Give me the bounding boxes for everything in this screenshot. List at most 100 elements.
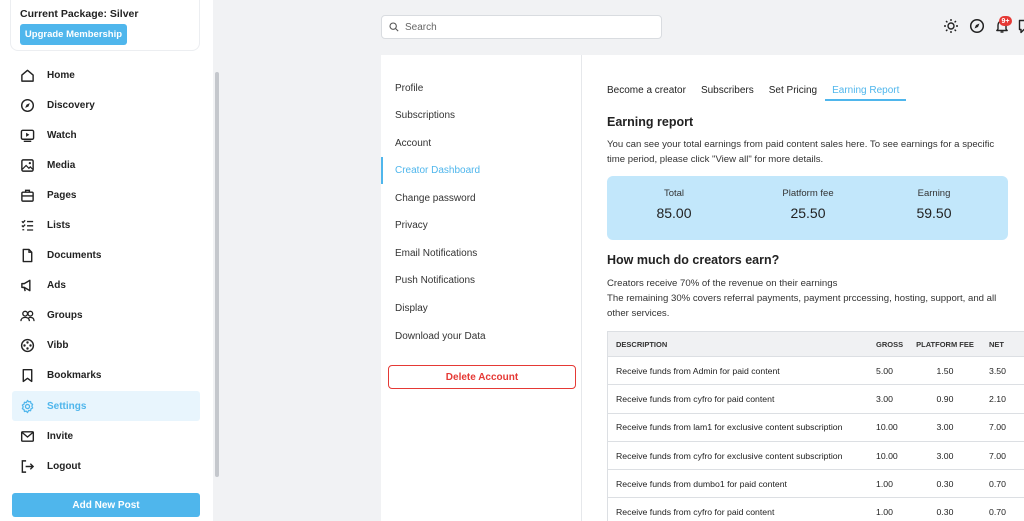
notification-badge: 9+ [999, 16, 1012, 26]
briefcase-icon [21, 189, 34, 202]
sidebar-item-label: Home [47, 69, 75, 81]
sidebar-item-label: Documents [47, 250, 102, 262]
header-platform-fee: PLATFORM FEE [916, 339, 974, 349]
creators-earn-line2: The remaining 30% covers referral paymen… [607, 293, 997, 319]
earning-report-description: You can see your total earnings from pai… [607, 139, 995, 165]
sidebar-item-settings[interactable]: Settings [12, 391, 200, 422]
search-bar[interactable] [381, 15, 662, 39]
sidebar-item-label: Pages [47, 189, 77, 201]
settings-nav-account[interactable]: Account [381, 130, 582, 157]
cell-platform-fee: 0.30 [936, 478, 954, 489]
header-gross: GROSS [876, 339, 904, 349]
summary-label: Platform fee [782, 188, 834, 199]
package-card: Current Package: Silver Upgrade Membersh… [10, 0, 200, 51]
sidebar-item-lists[interactable]: Lists [12, 210, 200, 240]
sidebar-item-label: Settings [47, 400, 87, 412]
cell-description: Receive funds from lam1 for exclusive co… [616, 422, 843, 433]
cell-description: Receive funds from cyfro for paid conten… [616, 507, 775, 518]
settings-panel: Profile Subscriptions Account Creator Da… [381, 55, 1024, 521]
table-row: Receive funds from cyfro for exclusive c… [608, 442, 1024, 471]
creator-tabs: Become a creator Subscribers Set Pricing… [607, 79, 921, 101]
chat-icon[interactable] [1018, 18, 1024, 34]
summary-label: Total [663, 188, 685, 199]
sidebar-item-ads[interactable]: Ads [12, 271, 200, 301]
earning-report-title: Earning report [607, 115, 694, 129]
play-icon [20, 129, 35, 142]
cell-gross: 10.00 [876, 422, 898, 433]
sidebar-item-label: Logout [47, 460, 81, 472]
settings-nav-email-notifications[interactable]: Email Notifications [381, 240, 582, 267]
cell-platform-fee: 0.30 [936, 507, 954, 518]
sidebar-item-watch[interactable]: Watch [12, 120, 200, 150]
sidebar-item-groups[interactable]: Groups [12, 301, 200, 331]
users-icon [20, 310, 35, 322]
delete-account-button[interactable]: Delete Account [388, 365, 576, 389]
sidebar-item-discovery[interactable]: Discovery [12, 90, 200, 120]
tab-set-pricing[interactable]: Set Pricing [769, 79, 817, 101]
summary-value: 25.50 [790, 205, 826, 221]
tab-become-creator[interactable]: Become a creator [607, 79, 686, 101]
cell-platform-fee: 1.50 [936, 365, 954, 376]
table-row: Receive funds from cyfro for paid conten… [608, 499, 1024, 521]
cell-gross: 3.00 [876, 393, 893, 404]
table-row: Receive funds from dumbo1 for paid conte… [608, 470, 1024, 499]
sidebar-scrollbar-thumb[interactable] [215, 72, 219, 477]
sidebar-item-logout[interactable]: Logout [12, 451, 200, 481]
checklist-icon [21, 219, 34, 231]
compass-icon [20, 98, 35, 112]
bookmark-icon [22, 369, 33, 383]
cell-platform-fee: 3.00 [936, 450, 954, 461]
package-title: Current Package: Silver [20, 8, 139, 20]
cell-gross: 5.00 [876, 365, 893, 376]
settings-nav-download-data[interactable]: Download your Data [381, 323, 582, 350]
cell-net: 0.70 [989, 478, 1006, 489]
sidebar-item-vibb[interactable]: Vibb [12, 331, 200, 361]
summary-total: Total 85.00 [607, 188, 741, 221]
sidebar-item-label: Watch [47, 129, 77, 141]
search-input[interactable] [405, 21, 645, 33]
cell-description: Receive funds from cyfro for exclusive c… [616, 450, 843, 461]
cell-gross: 1.00 [876, 507, 893, 518]
settings-nav-display[interactable]: Display [381, 295, 582, 322]
sidebar-item-label: Media [47, 159, 76, 171]
sun-icon[interactable] [943, 18, 959, 34]
creators-earn-description: Creators receive 70% of the revenue on t… [607, 276, 1007, 321]
tab-subscribers[interactable]: Subscribers [701, 79, 754, 101]
summary-value: 85.00 [656, 205, 692, 221]
settings-nav-profile[interactable]: Profile [381, 75, 582, 102]
header-net: NET [989, 339, 1004, 349]
cell-net: 3.50 [989, 365, 1006, 376]
settings-nav-push-notifications[interactable]: Push Notifications [381, 267, 582, 294]
gear-icon [21, 399, 34, 413]
sidebar-item-media[interactable]: Media [12, 150, 200, 180]
film-reel-icon [20, 339, 35, 353]
settings-nav-privacy[interactable]: Privacy [381, 212, 582, 239]
cell-description: Receive funds from Admin for paid conten… [616, 365, 780, 376]
table-row: Receive funds from Admin for paid conten… [608, 357, 1024, 386]
add-new-post-button[interactable]: Add New Post [12, 493, 200, 517]
sidebar-item-documents[interactable]: Documents [12, 241, 200, 271]
compass-icon[interactable] [969, 18, 985, 34]
sidebar-item-label: Groups [47, 310, 83, 322]
sidebar-item-home[interactable]: Home [12, 60, 200, 90]
tab-earning-report[interactable]: Earning Report [825, 79, 907, 101]
sidebar-item-label: Vibb [47, 340, 69, 352]
creator-dashboard-content: Become a creator Subscribers Set Pricing… [607, 55, 1024, 521]
sidebar-item-invite[interactable]: Invite [12, 421, 200, 451]
cell-net: 7.00 [989, 450, 1006, 461]
cell-gross: 1.00 [876, 478, 893, 489]
settings-nav-subscriptions[interactable]: Subscriptions [381, 102, 582, 129]
upgrade-membership-button[interactable]: Upgrade Membership [20, 24, 127, 45]
creators-earn-line1: Creators receive 70% of the revenue on t… [607, 278, 838, 289]
summary-label: Earning [917, 188, 951, 199]
cell-gross: 10.00 [876, 450, 898, 461]
header-description: DESCRIPTION [616, 339, 668, 349]
summary-earning: Earning 59.50 [867, 188, 1001, 221]
cell-description: Receive funds from cyfro for paid conten… [616, 393, 775, 404]
settings-nav-change-password[interactable]: Change password [381, 185, 582, 212]
settings-nav-creator-dashboard[interactable]: Creator Dashboard [381, 157, 582, 184]
sidebar-item-pages[interactable]: Pages [12, 180, 200, 210]
sidebar-item-bookmarks[interactable]: Bookmarks [12, 361, 200, 391]
megaphone-icon [21, 279, 31, 292]
cell-platform-fee: 3.00 [936, 422, 954, 433]
